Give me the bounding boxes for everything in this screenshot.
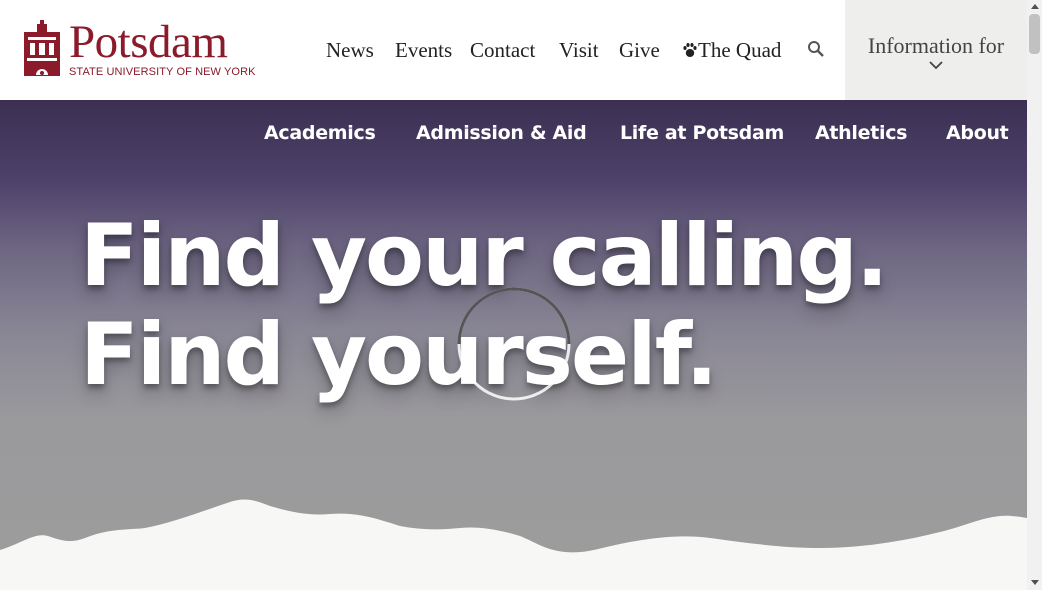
search-icon: [808, 41, 824, 57]
nav-contact-link[interactable]: Contact: [470, 34, 535, 66]
hero-headline-line2: Find yourself.: [80, 305, 718, 405]
potsdam-logo[interactable]: Potsdam STATE UNIVERSITY OF NEW YORK: [22, 16, 262, 80]
paw-icon: [683, 43, 697, 57]
search-button[interactable]: [806, 38, 828, 62]
hero-banner: Academics Admission & Aid Life at Potsda…: [0, 100, 1027, 590]
site-header: Potsdam STATE UNIVERSITY OF NEW YORK New…: [0, 0, 1027, 100]
main-nav-admission-aid[interactable]: Admission & Aid: [416, 122, 587, 144]
nav-news-link[interactable]: News: [326, 34, 374, 66]
nav-events-link[interactable]: Events: [395, 34, 452, 66]
spinner-icon: [457, 287, 571, 401]
main-nav-athletics[interactable]: Athletics: [815, 122, 907, 144]
bell-tower-icon: [24, 20, 60, 76]
main-nav-academics[interactable]: Academics: [264, 122, 376, 144]
the-quad-link[interactable]: The Quad: [683, 34, 781, 66]
snowy-hills-decoration: [0, 499, 1027, 590]
scroll-up-arrow-icon[interactable]: [1031, 4, 1039, 9]
vertical-scrollbar[interactable]: [1027, 0, 1042, 590]
logo-wordmark: Potsdam: [69, 16, 228, 68]
nav-visit-link[interactable]: Visit: [559, 34, 599, 66]
the-quad-label: The Quad: [698, 38, 782, 62]
logo-subtitle: STATE UNIVERSITY OF NEW YORK: [69, 66, 256, 78]
information-for-dropdown[interactable]: Information for: [845, 0, 1027, 100]
chevron-down-icon: [929, 61, 943, 70]
nav-give-link[interactable]: Give: [619, 34, 660, 66]
information-for-label: Information for: [867, 33, 1005, 58]
scrollbar-thumb[interactable]: [1029, 14, 1040, 54]
main-nav-about[interactable]: About: [946, 122, 1009, 144]
main-nav-life-at-potsdam[interactable]: Life at Potsdam: [620, 122, 784, 144]
scroll-down-arrow-icon[interactable]: [1031, 580, 1039, 585]
